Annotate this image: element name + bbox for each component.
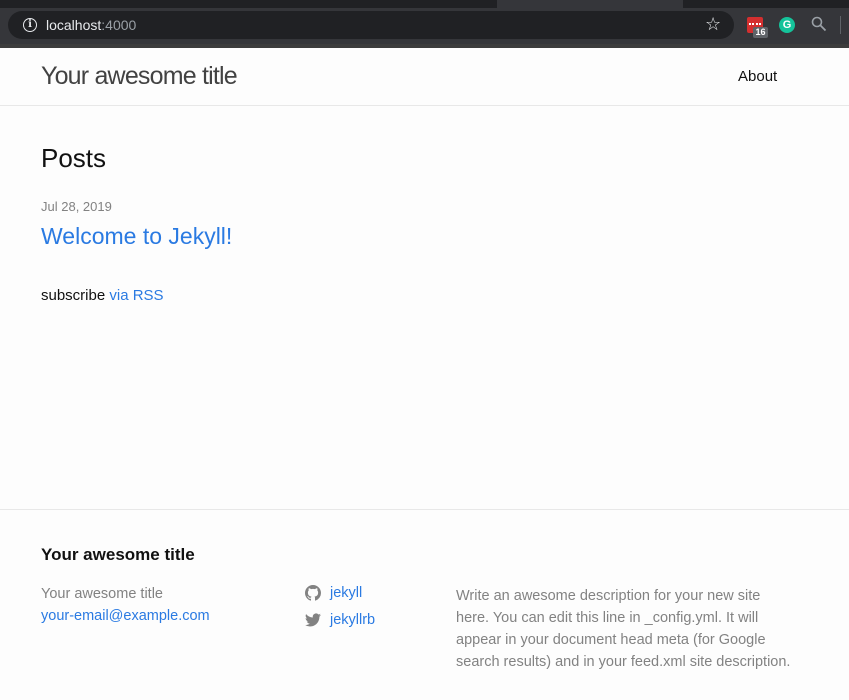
footer-heading: Your awesome title [41,545,195,564]
toolbar-divider [840,16,841,34]
inactive-tab[interactable] [683,0,849,7]
site-title-link[interactable]: Your awesome title [41,62,238,91]
social-twitter-link[interactable]: jekyllrb [305,612,375,628]
nav-about-link[interactable]: About [738,68,777,85]
url-text[interactable]: localhost:4000 [46,17,136,33]
url-host: localhost [46,17,102,33]
extension-badge: 16 [753,27,768,38]
rss-prefix: subscribe [41,287,110,304]
search-extension-icon[interactable] [811,15,827,33]
site-footer: Your awesome title Your awesome title yo… [0,509,849,700]
social-github-label: jekyll [330,585,363,601]
address-bar[interactable]: i localhost:4000 ☆ [8,11,734,39]
tab-strip [0,0,849,8]
social-github-link[interactable]: jekyll [305,585,362,601]
grammarly-icon[interactable]: G [779,17,795,33]
site-description: Write an awesome description for your ne… [456,588,791,670]
rss-link[interactable]: via RSS [109,287,163,304]
inactive-tab[interactable] [0,0,497,7]
site-header: Your awesome title About [0,48,849,106]
social-twitter-label: jekyllrb [330,612,376,628]
twitter-icon [305,613,321,627]
post-date: Jul 28, 2019 [41,199,112,214]
github-icon [305,585,321,601]
page-heading: Posts [41,143,107,173]
url-port: :4000 [101,17,137,33]
active-tab[interactable] [497,0,683,8]
browser-toolbar: i localhost:4000 ☆ 16 G [0,0,849,48]
info-icon[interactable]: i [23,18,37,32]
star-icon[interactable]: ☆ [705,14,721,34]
footer-site-name: Your awesome title [41,586,163,602]
footer-email-link[interactable]: your-email@example.com [41,608,210,624]
rss-subscribe: subscribe via RSS [41,287,164,304]
post-title-link[interactable]: Welcome to Jekyll! [41,223,232,250]
